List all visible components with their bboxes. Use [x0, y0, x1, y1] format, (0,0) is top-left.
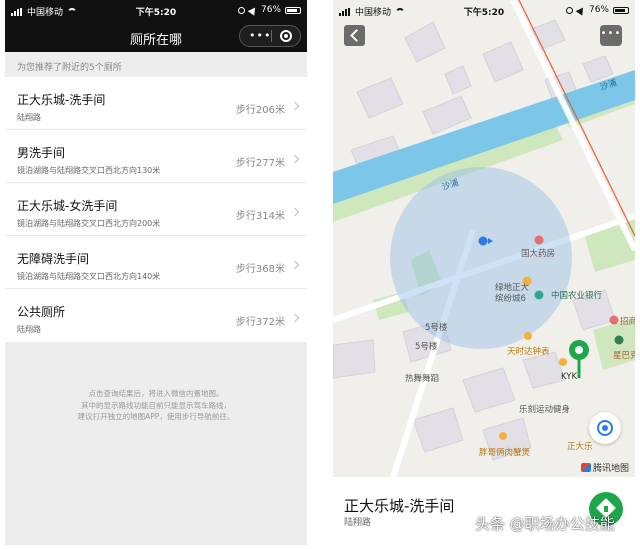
- walking-distance: 步行372米: [235, 317, 285, 328]
- zhaoshang-icon: [609, 315, 619, 325]
- recommendation-hint: 为您推荐了附近的5个厕所: [17, 63, 122, 73]
- place-address: 陆翔路: [344, 518, 372, 528]
- bank-label: 中国农业银行: [551, 290, 603, 301]
- walking-distance: 步行277米: [235, 158, 285, 169]
- watch-shop-icon: [524, 332, 532, 340]
- locate-me-button[interactable]: [589, 412, 621, 444]
- toilet-name: 公共厕所: [17, 305, 66, 319]
- tencent-maps-logo-icon: [580, 463, 591, 472]
- toilet-address: 镜泊湖路与陆翔路交叉口西北方向130米: [17, 166, 161, 175]
- watermark: 头条 @职场办公技能: [475, 515, 615, 533]
- restaurant-icon: [499, 432, 507, 440]
- map-canvas[interactable]: 沙浦 沙浦 国大药房 绿地正大 缤纷城6 中国农业银行 5号楼 5号楼 天时达钟…: [333, 0, 635, 477]
- nav-bar: 厕所在哪 •••: [5, 22, 307, 52]
- list-item[interactable]: 正大乐城-女洗手间 镜泊湖路与陆翔路交叉口西北方向200米 步行314米: [5, 183, 307, 236]
- toilet-name: 正大乐城-女洗手间: [17, 199, 118, 213]
- list-item[interactable]: 男洗手间 镜泊湖路与陆翔路交叉口西北方向130米 步行277米: [5, 130, 307, 183]
- toilet-address: 陆翔路: [17, 325, 41, 334]
- lvdi-label: 绿地正大: [495, 282, 530, 293]
- footer-line: 其中的显示路线功能目前只能显示驾车路线，: [81, 400, 231, 410]
- toilet-list-screen: 中国移动 下午5:20 76% 厕所在哪 ••• 为您推荐了附近的5个厕所 正大…: [5, 0, 307, 545]
- kyk-icon: [559, 358, 567, 366]
- miniprogram-capsule: •••: [239, 25, 301, 47]
- more-button[interactable]: •••: [249, 30, 271, 42]
- footer-line: 点击查询结果后，将进入微信内置地图。: [88, 389, 224, 398]
- close-miniprogram-icon[interactable]: [280, 30, 292, 42]
- restaurant-label: 胖哥俩肉蟹煲: [479, 447, 531, 458]
- chevron-right-icon: [290, 154, 300, 164]
- list-item[interactable]: 正大乐城-洗手间 陆翔路 步行206米: [5, 77, 307, 130]
- lvdi-label-2: 缤纷城6: [495, 293, 526, 304]
- toilet-name: 男洗手间: [17, 146, 66, 160]
- toilet-address: 陆翔路: [17, 113, 41, 122]
- bank-icon: [534, 290, 544, 300]
- selected-marker-center: [575, 346, 583, 354]
- pharmacy-label: 国大药房: [521, 248, 555, 259]
- map-screen: 沙浦 沙浦 国大药房 绿地正大 缤纷城6 中国农业银行 5号楼 5号楼 天时达钟…: [333, 0, 635, 545]
- walking-distance: 步行314米: [235, 211, 285, 222]
- toilet-address: 镜泊湖路与陆翔路交叉口西北方向200米: [17, 219, 161, 228]
- battery-percent: 76%: [588, 5, 609, 15]
- battery-percent: 76%: [260, 5, 281, 15]
- kyk-label: KYK: [561, 372, 577, 382]
- capsule-divider: [271, 30, 272, 42]
- starbucks-label: 星巴克: [613, 351, 635, 361]
- battery-icon: [285, 6, 301, 14]
- toilet-list: 正大乐城-洗手间 陆翔路 步行206米 男洗手间 镜泊湖路与陆翔路交叉口西北方向…: [5, 77, 307, 342]
- pharmacy-icon: [534, 235, 544, 245]
- building-label: 5号楼: [425, 322, 448, 333]
- footer-line: 建议打开独立的地图APP，使用步行导航前往。: [77, 412, 235, 421]
- more-button[interactable]: •••: [600, 25, 622, 46]
- status-bar: 中国移动 下午5:20 76%: [5, 0, 307, 22]
- rotation-lock-icon: [565, 6, 573, 14]
- zhengda-label: 正大乐: [567, 441, 593, 452]
- chevron-right-icon: [290, 101, 300, 111]
- walking-distance: 步行206米: [235, 105, 285, 116]
- toilet-name: 无障碍洗手间: [17, 252, 90, 266]
- dance-studio-label: 热舞舞蹈: [405, 373, 439, 384]
- rotation-lock-icon: [237, 6, 245, 14]
- zhaoshang-label: 招商: [620, 316, 635, 327]
- status-bar: 中国移动 下午5:20 76%: [333, 0, 635, 22]
- starbucks-icon: [614, 335, 624, 345]
- list-item[interactable]: 无障碍洗手间 镜泊湖路与陆翔路交叉口西北方向140米 步行368米: [5, 236, 307, 289]
- location-arrow-icon: [575, 4, 587, 16]
- toilet-name: 正大乐城-洗手间: [17, 93, 106, 107]
- gym-label: 乐刻运动健身: [519, 404, 570, 415]
- walking-distance: 步行368米: [235, 264, 285, 275]
- toilet-address: 镜泊湖路与陆翔路交叉口西北方向140米: [17, 272, 161, 281]
- chevron-right-icon: [290, 313, 300, 323]
- user-location-dot: [478, 236, 488, 246]
- place-card[interactable]: 正大乐城-洗手间 陆翔路: [333, 477, 635, 545]
- footer-note: 点击查询结果后，将进入微信内置地图。 其中的显示路线功能目前只能显示驾车路线， …: [25, 388, 287, 423]
- battery-icon: [613, 6, 629, 14]
- place-name: 正大乐城-洗手间: [344, 497, 455, 515]
- attribution-label: 腾讯地图: [592, 464, 629, 474]
- building-label: 5号楼: [415, 341, 438, 352]
- back-button[interactable]: [344, 25, 365, 46]
- location-arrow-icon: [247, 4, 259, 16]
- watch-shop-label: 天时达钟表: [507, 346, 550, 357]
- map-attribution: 腾讯地图: [580, 461, 629, 474]
- list-item[interactable]: 公共厕所 陆翔路 步行372米: [5, 289, 307, 342]
- chevron-right-icon: [290, 260, 300, 270]
- chevron-right-icon: [290, 207, 300, 217]
